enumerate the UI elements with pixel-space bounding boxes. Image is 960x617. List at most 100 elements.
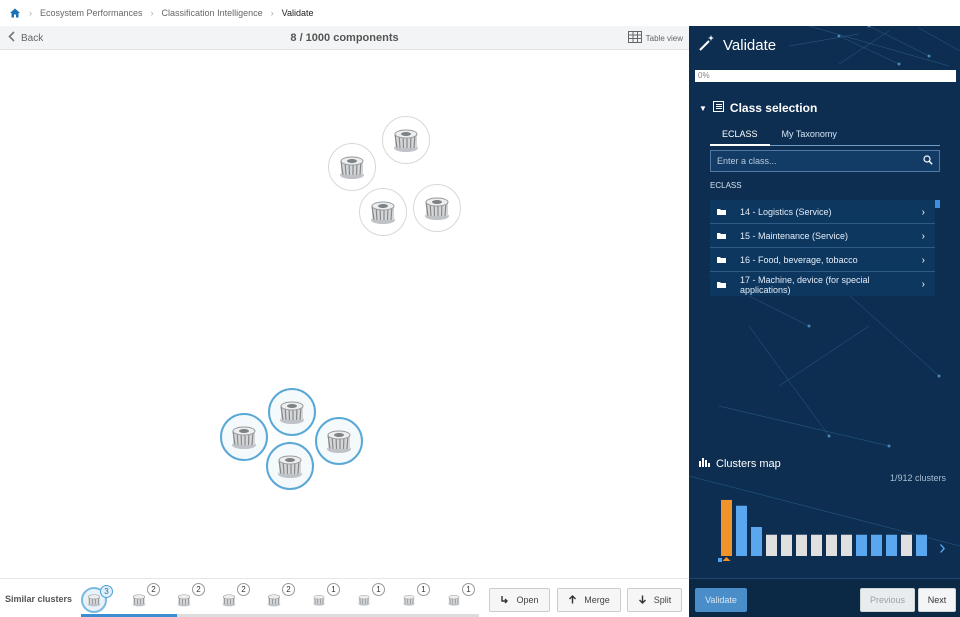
- cluster-bar[interactable]: [871, 534, 882, 556]
- cluster-bar[interactable]: [736, 505, 747, 556]
- arrow-up-icon: [568, 594, 577, 606]
- home-icon[interactable]: [9, 7, 21, 19]
- chevron-right-icon: ›: [921, 231, 925, 242]
- selected-component-node[interactable]: [266, 442, 314, 490]
- chart-scroll-thumb[interactable]: [718, 558, 722, 562]
- class-label: 16 - Food, beverage, tobacco: [740, 254, 858, 265]
- similar-cluster-thumb[interactable]: 2: [171, 583, 205, 613]
- table-view-button[interactable]: Table view: [627, 31, 683, 45]
- validation-progress: 0%: [695, 70, 956, 82]
- panel-header: Validate: [689, 26, 960, 64]
- folder-icon: [717, 231, 726, 241]
- similar-cluster-thumb[interactable]: 2: [216, 583, 250, 613]
- folder-icon: [717, 280, 726, 290]
- panel-title: Validate: [723, 36, 777, 54]
- nut-icon: [371, 201, 395, 224]
- split-button[interactable]: Split: [627, 588, 682, 612]
- cluster-bar[interactable]: [826, 534, 837, 556]
- list-item[interactable]: 17 - Machine, device (for special applic…: [710, 272, 935, 296]
- caret-down-icon: ▼: [699, 103, 707, 113]
- cluster-count-badge: 1: [372, 583, 385, 596]
- next-button[interactable]: Next: [918, 588, 956, 612]
- open-label: Open: [516, 595, 539, 605]
- chevron-right-icon: ›: [921, 207, 925, 218]
- breadcrumb: › Ecosystem Performances › Classificatio…: [0, 0, 960, 26]
- clusters-map-chart[interactable]: [717, 496, 935, 562]
- similar-cluster-thumb[interactable]: 1: [396, 583, 430, 613]
- cluster-bar[interactable]: [856, 534, 867, 556]
- selected-component-node[interactable]: [315, 417, 363, 465]
- cluster-bar[interactable]: [901, 534, 912, 556]
- similar-clusters-label: Similar clusters: [5, 594, 73, 604]
- open-button[interactable]: Open: [489, 588, 550, 612]
- nut-icon: [313, 595, 325, 606]
- cluster-bar[interactable]: [811, 534, 822, 556]
- nut-icon: [132, 594, 146, 607]
- class-search: [710, 150, 940, 172]
- class-selection-header[interactable]: ▼ Class selection: [699, 101, 817, 115]
- folder-icon: [717, 255, 726, 265]
- component-node[interactable]: [382, 116, 430, 164]
- previous-button[interactable]: Previous: [860, 588, 915, 612]
- similar-cluster-thumb[interactable]: 1: [441, 583, 475, 613]
- scrollbar-thumb[interactable]: [935, 200, 940, 208]
- class-label: 15 - Maintenance (Service): [740, 230, 849, 241]
- split-label: Split: [653, 595, 672, 605]
- cluster-bar[interactable]: [886, 534, 897, 556]
- magic-wand-icon: [698, 34, 716, 56]
- chevron-right-icon[interactable]: ›: [939, 538, 946, 558]
- chevron-right-icon: ›: [29, 8, 32, 18]
- cluster-bar[interactable]: [916, 534, 927, 556]
- component-node[interactable]: [413, 184, 461, 232]
- similar-cluster-thumb[interactable]: 2: [126, 583, 160, 613]
- list-item[interactable]: 15 - Maintenance (Service) ›: [710, 224, 935, 248]
- nut-icon: [278, 455, 302, 478]
- cluster-bar[interactable]: [721, 499, 732, 556]
- cluster-count-badge: 2: [282, 583, 295, 596]
- arrow-down-icon: [638, 595, 647, 606]
- class-label: 14 - Logistics (Service): [740, 206, 832, 217]
- search-icon[interactable]: [923, 152, 933, 170]
- clusters-map-header: Clusters map: [699, 457, 781, 470]
- folder-icon: [717, 207, 726, 217]
- cluster-bar[interactable]: [781, 534, 792, 556]
- cluster-count-badge: 1: [327, 583, 340, 596]
- nut-icon: [232, 426, 256, 449]
- similar-cluster-thumb[interactable]: 1: [351, 583, 385, 613]
- list-item[interactable]: 14 - Logistics (Service) ›: [710, 200, 935, 224]
- cluster-bar[interactable]: [841, 534, 852, 556]
- similar-cluster-thumb[interactable]: 1: [306, 583, 340, 613]
- workspace-toolbar: Back 8 / 1000 components Table view: [0, 26, 689, 50]
- selected-component-node[interactable]: [268, 388, 316, 436]
- table-view-label: Table view: [645, 33, 683, 43]
- cluster-bar[interactable]: [766, 534, 777, 556]
- similar-cluster-thumb[interactable]: 2: [261, 583, 295, 613]
- list-icon: [712, 101, 724, 115]
- class-selection-title: Class selection: [729, 101, 818, 115]
- list-item[interactable]: 16 - Food, beverage, tobacco ›: [710, 248, 935, 272]
- selected-component-node[interactable]: [220, 413, 268, 461]
- selected-bar-marker: [722, 557, 731, 561]
- nut-icon: [403, 595, 415, 606]
- cluster-count-badge: 1: [417, 583, 430, 596]
- breadcrumb-item-ecosystem[interactable]: Ecosystem Performances: [40, 8, 143, 18]
- chevron-right-icon: ›: [270, 8, 274, 18]
- merge-button[interactable]: Merge: [557, 588, 621, 612]
- cluster-canvas[interactable]: [0, 50, 689, 577]
- cluster-count-badge: 2: [192, 583, 205, 596]
- component-node[interactable]: [328, 143, 376, 191]
- tab-eclass[interactable]: ECLASS: [710, 126, 770, 146]
- nut-icon: [280, 401, 304, 424]
- chevron-right-icon: ›: [150, 8, 154, 18]
- cluster-bar[interactable]: [751, 527, 762, 556]
- validate-button[interactable]: Validate: [695, 588, 747, 612]
- cluster-count-badge: 3: [100, 585, 113, 598]
- similar-cluster-thumb[interactable]: 3: [81, 585, 113, 613]
- chevron-right-icon: ›: [921, 255, 925, 266]
- cluster-bar[interactable]: [796, 534, 807, 556]
- class-search-input[interactable]: [717, 156, 907, 166]
- class-list-scrollbar[interactable]: [935, 200, 940, 296]
- breadcrumb-item-classification[interactable]: Classification Intelligence: [162, 8, 263, 18]
- tab-my-taxonomy[interactable]: My Taxonomy: [770, 126, 849, 146]
- component-node[interactable]: [359, 188, 407, 236]
